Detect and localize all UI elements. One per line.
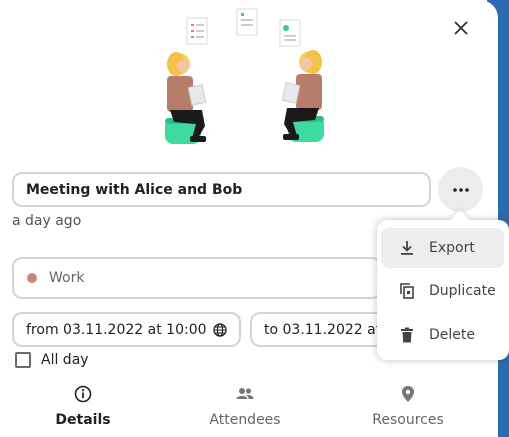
more-actions-button[interactable] <box>438 167 483 212</box>
all-day-toggle[interactable]: All day <box>15 352 89 368</box>
location-pin-icon <box>402 386 414 402</box>
person-right-illustration <box>281 50 324 142</box>
start-datetime-picker[interactable]: from 03.11.2022 at 10:00 <box>12 312 241 347</box>
all-day-label: All day <box>41 352 89 368</box>
meeting-illustration <box>165 8 324 144</box>
download-icon <box>398 239 416 257</box>
document-illustration <box>186 8 301 47</box>
info-icon <box>74 385 92 403</box>
start-datetime-value: from 03.11.2022 at 10:00 <box>26 321 207 338</box>
tab-attendees-label: Attendees <box>209 412 281 428</box>
tab-resources-label: Resources <box>372 412 444 428</box>
close-icon <box>454 21 468 35</box>
menu-item-duplicate-label: Duplicate <box>429 283 496 299</box>
globe-icon[interactable] <box>213 323 227 337</box>
sidebar-tabs: Details Attendees Resources <box>0 378 498 437</box>
menu-item-delete-label: Delete <box>429 327 475 343</box>
event-details-panel: Meeting with Alice and Bob a day ago Wor… <box>0 0 498 437</box>
tab-details-label: Details <box>55 412 111 428</box>
tab-attendees[interactable]: Attendees <box>175 378 315 437</box>
tab-details[interactable]: Details <box>13 378 153 437</box>
menu-item-export-label: Export <box>429 240 475 256</box>
calendar-picker[interactable]: Work <box>12 257 382 299</box>
menu-item-duplicate[interactable]: Duplicate <box>381 271 504 311</box>
close-button[interactable] <box>445 12 477 44</box>
last-modified-text: a day ago <box>12 213 82 229</box>
actions-menu: Export Duplicate Delete <box>377 220 509 360</box>
menu-item-delete[interactable]: Delete <box>381 315 504 355</box>
tab-resources[interactable]: Resources <box>338 378 478 437</box>
person-left-illustration <box>165 52 207 144</box>
trash-icon <box>398 326 416 344</box>
calendar-name: Work <box>49 270 85 286</box>
duplicate-icon <box>398 282 416 300</box>
end-datetime-picker[interactable]: to 03.11.2022 at <box>250 312 390 347</box>
menu-item-export[interactable]: Export <box>381 228 504 268</box>
all-day-checkbox[interactable] <box>15 352 31 368</box>
event-title-value: Meeting with Alice and Bob <box>26 181 243 198</box>
people-icon <box>236 388 254 399</box>
event-title-input[interactable]: Meeting with Alice and Bob <box>12 172 431 207</box>
more-icon <box>452 187 469 192</box>
end-datetime-value: to 03.11.2022 at <box>264 321 382 338</box>
calendar-color-dot <box>27 273 37 283</box>
